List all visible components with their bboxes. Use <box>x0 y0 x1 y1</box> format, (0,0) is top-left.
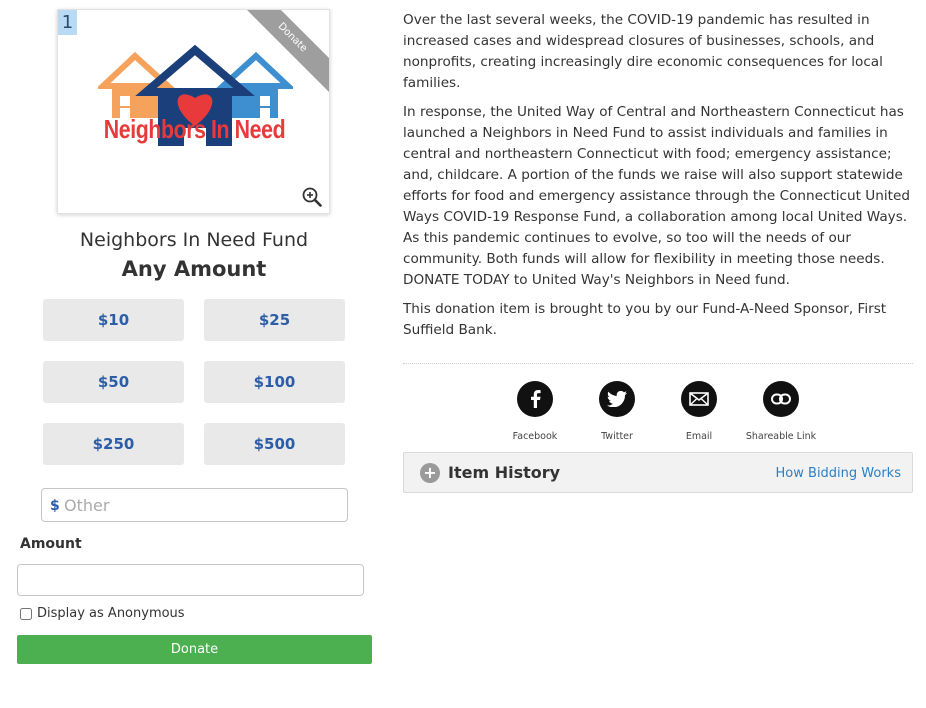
share-facebook-button[interactable]: Facebook <box>490 381 580 442</box>
description-paragraph: Over the last several weeks, the COVID-1… <box>403 12 883 91</box>
item-history-panel[interactable]: + Item History How Bidding Works <box>403 452 913 493</box>
share-label: Shareable Link <box>745 431 817 442</box>
plus-circle-icon[interactable]: + <box>420 463 440 483</box>
how-bidding-works-link[interactable]: How Bidding Works <box>776 466 901 481</box>
amount-button-25[interactable]: $25 <box>204 299 345 341</box>
amount-input[interactable] <box>17 564 364 596</box>
description-paragraph: This donation item is brought to you by … <box>403 301 887 338</box>
currency-symbol: $ <box>50 498 60 514</box>
divider <box>403 363 913 364</box>
item-description: Over the last several weeks, the COVID-1… <box>403 10 913 349</box>
share-link-button[interactable]: Shareable Link <box>736 381 826 442</box>
other-amount-field: $ <box>41 488 348 522</box>
amount-button-250[interactable]: $250 <box>43 423 184 465</box>
item-title: Neighbors In Need Fund <box>79 229 309 251</box>
amount-button-10[interactable]: $10 <box>43 299 184 341</box>
anonymous-label: Display as Anonymous <box>37 606 185 621</box>
share-email-button[interactable]: Email <box>654 381 744 442</box>
share-label: Facebook <box>512 431 558 442</box>
share-label: Email <box>685 431 713 442</box>
amount-button-50[interactable]: $50 <box>43 361 184 403</box>
anonymous-checkbox[interactable] <box>20 607 32 620</box>
share-label: Twitter <box>601 431 633 442</box>
share-twitter-button[interactable]: Twitter <box>572 381 662 442</box>
twitter-icon <box>599 381 635 417</box>
item-number-badge: 1 <box>58 10 77 35</box>
amount-button-500[interactable]: $500 <box>204 423 345 465</box>
amount-button-100[interactable]: $100 <box>204 361 345 403</box>
description-paragraph: In response, the United Way of Central a… <box>403 104 910 288</box>
item-image-card[interactable]: 1 Donate Neighbors In Need <box>57 9 330 214</box>
email-icon <box>681 381 717 417</box>
item-amount-text: Any Amount <box>121 257 267 281</box>
zoom-in-icon[interactable] <box>302 187 322 207</box>
anonymous-option[interactable]: Display as Anonymous <box>20 606 185 621</box>
donate-button[interactable]: Donate <box>17 635 372 664</box>
other-amount-input[interactable] <box>64 489 344 521</box>
item-history-title[interactable]: Item History <box>448 463 560 482</box>
logo-text: Neighbors In Need <box>103 114 286 144</box>
amount-label: Amount <box>20 536 82 552</box>
facebook-icon <box>517 381 553 417</box>
link-icon <box>763 381 799 417</box>
